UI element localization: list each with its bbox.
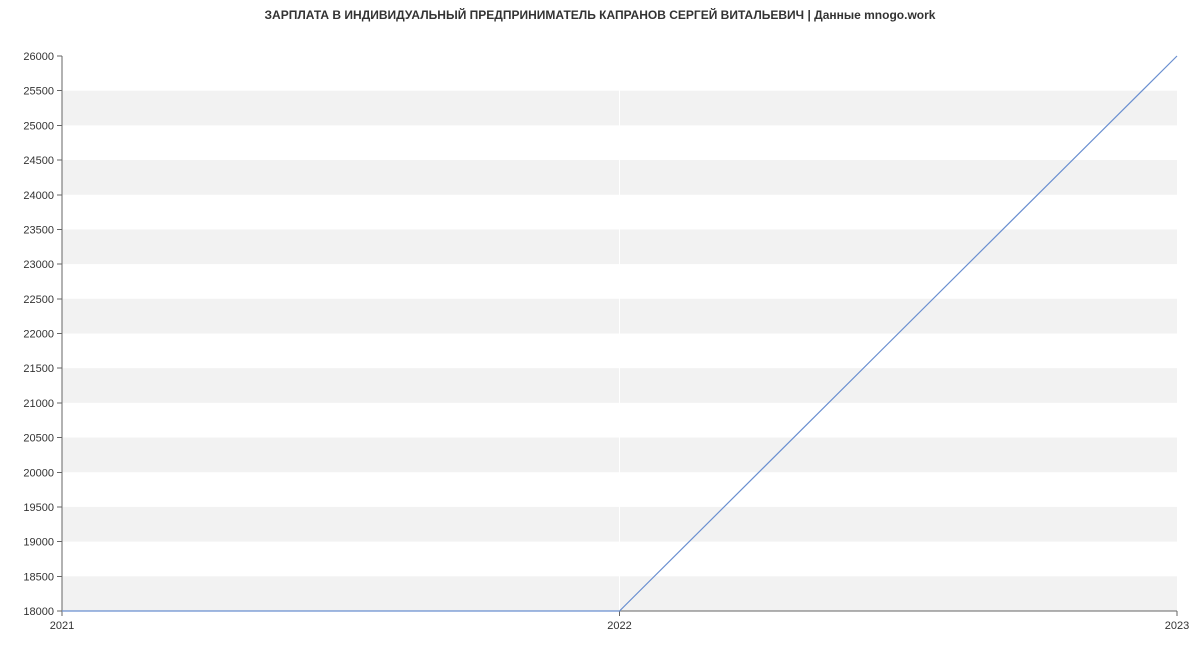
y-tick-label: 20500 bbox=[23, 433, 54, 445]
y-tick-label: 25500 bbox=[23, 86, 54, 98]
y-tick-label: 21500 bbox=[23, 363, 54, 375]
y-tick-label: 26000 bbox=[23, 51, 54, 63]
x-tick-label: 2023 bbox=[1165, 620, 1189, 632]
y-tick-label: 24000 bbox=[23, 190, 54, 202]
chart-svg: 18000 18500 19000 19500 20000 20500 21000 21500… bbox=[0, 26, 1200, 646]
y-tick-label: 23500 bbox=[23, 224, 54, 236]
y-tick-label: 22000 bbox=[23, 329, 54, 341]
chart-title: ЗАРПЛАТА В ИНДИВИДУАЛЬНЫЙ ПРЕДПРИНИМАТЕЛ… bbox=[0, 0, 1200, 26]
y-tick-label: 24500 bbox=[23, 155, 54, 167]
chart-area: 18000 18500 19000 19500 20000 20500 21000 21500… bbox=[0, 26, 1200, 646]
y-tick-label: 25000 bbox=[23, 120, 54, 132]
x-tick-label: 2021 bbox=[50, 620, 74, 632]
y-tick-label: 20000 bbox=[23, 467, 54, 479]
y-tick-label: 19500 bbox=[23, 502, 54, 514]
y-tick-label: 21000 bbox=[23, 398, 54, 410]
x-tick-label: 2022 bbox=[607, 620, 631, 632]
y-tick-label: 22500 bbox=[23, 294, 54, 306]
y-tick-label: 19000 bbox=[23, 537, 54, 549]
y-tick-label: 23000 bbox=[23, 259, 54, 271]
y-tick-label: 18500 bbox=[23, 571, 54, 583]
y-tick-label: 18000 bbox=[23, 606, 54, 618]
